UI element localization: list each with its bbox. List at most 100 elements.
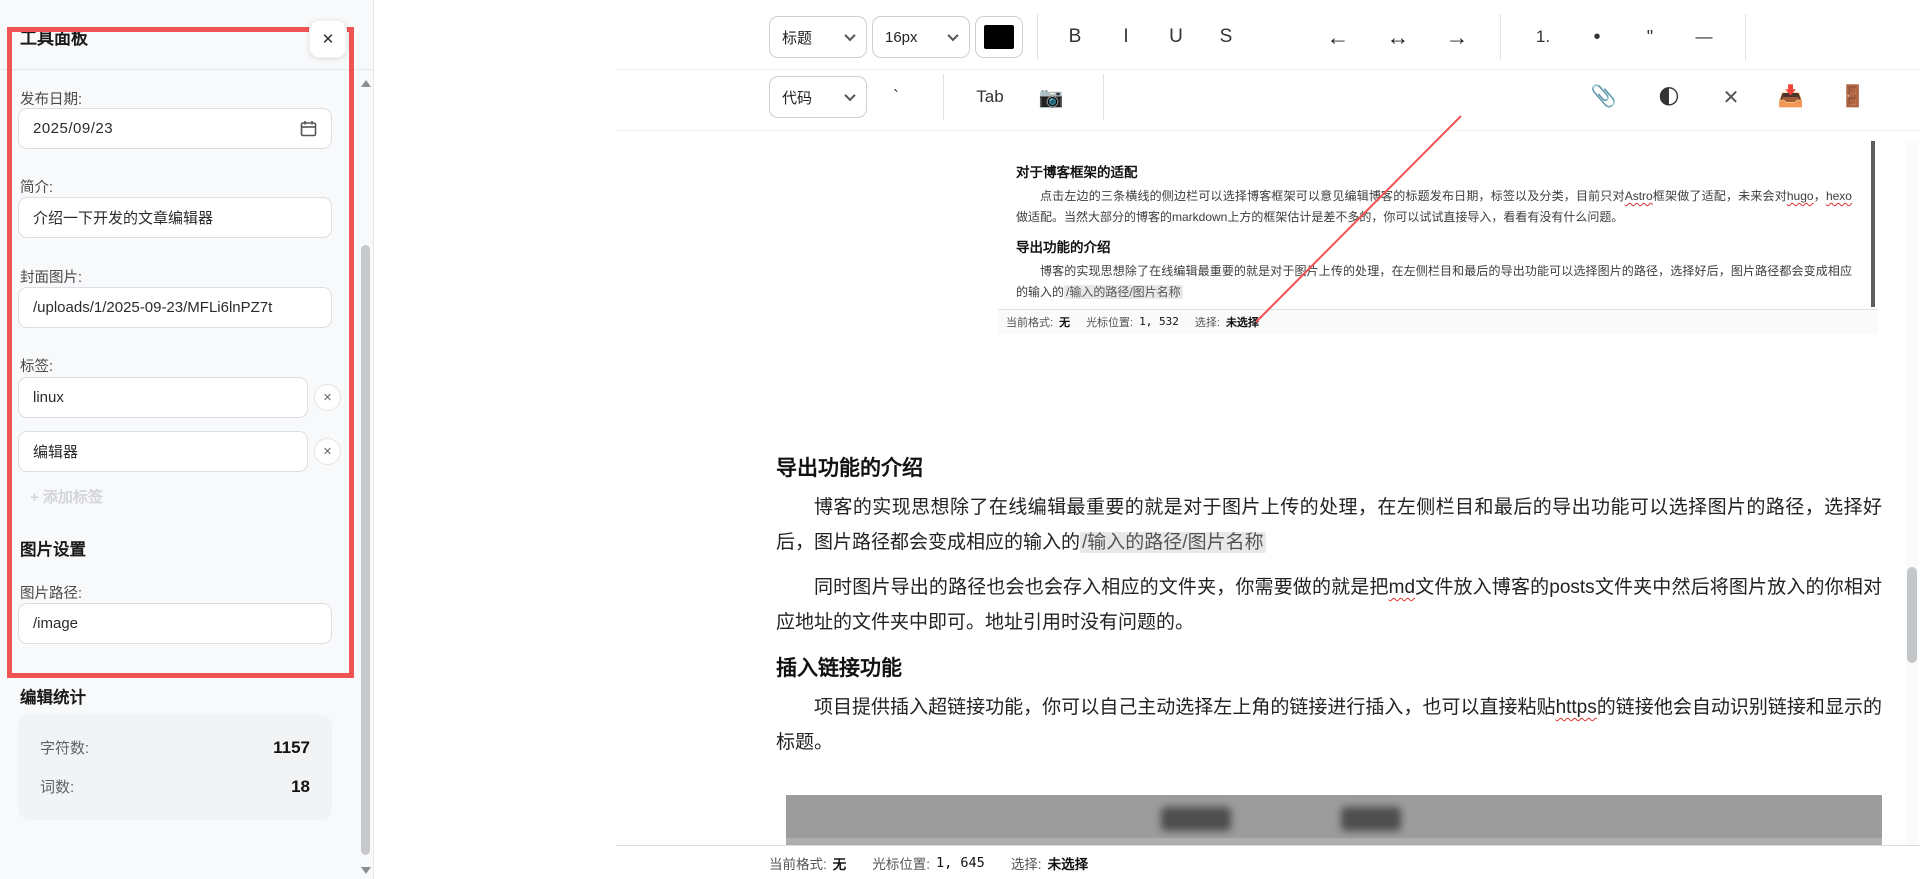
add-tag-button[interactable]: + 添加标签 xyxy=(30,486,103,507)
section-heading: 导出功能的介绍 xyxy=(776,452,1882,482)
chevron-down-icon xyxy=(844,90,855,101)
italic-button[interactable]: I xyxy=(1104,16,1148,58)
chevron-down-icon xyxy=(844,30,855,41)
color-swatch xyxy=(984,25,1014,49)
text-segment: Astro xyxy=(1625,189,1653,203)
scroll-up-icon[interactable] xyxy=(361,80,371,87)
partial-image[interactable] xyxy=(786,795,1882,845)
theme-toggle-button[interactable]: 🌓 xyxy=(1647,76,1691,118)
paragraph: 项目提供插入超链接功能，你可以自己主动选择左上角的链接进行插入，也可以直接粘贴h… xyxy=(776,690,1882,760)
heading-select[interactable]: 标题 xyxy=(769,16,867,58)
x-icon: ✕ xyxy=(323,445,332,458)
backtick-button[interactable]: ` xyxy=(880,76,912,118)
close-icon: ✕ xyxy=(322,30,335,48)
divider xyxy=(1745,14,1746,60)
embedded-format: 当前格式:无 xyxy=(1006,314,1070,330)
intro-input[interactable] xyxy=(18,197,332,238)
arrow-right-button[interactable]: → xyxy=(1435,16,1479,58)
font-size-select[interactable]: 16px xyxy=(872,16,970,58)
stat-row: 词数: 18 xyxy=(40,776,310,797)
hr-button[interactable]: — xyxy=(1682,16,1726,58)
bullet-list-button[interactable]: • xyxy=(1575,16,1619,58)
section-heading: 对于博客框架的适配 xyxy=(1016,161,1852,181)
paragraph: 博客的实现思想除了在线编辑最重要的就是对于图片上传的处理，在左侧栏目和最后的导出… xyxy=(776,490,1882,560)
sidebar-scrollbar-thumb[interactable] xyxy=(361,245,370,855)
section-heading: 导出功能的介绍 xyxy=(1016,236,1852,256)
tab-button[interactable]: Tab xyxy=(962,76,1018,118)
quote-button[interactable]: " xyxy=(1628,16,1672,58)
text-segment: hexo xyxy=(1826,189,1852,203)
paragraph: 点击左边的三条横线的侧边栏可以选择博客框架可以意见编辑博客的标题发布日期，标签以… xyxy=(1016,186,1852,228)
arrow-left-button[interactable]: ← xyxy=(1316,16,1360,58)
text-segment: 框架做了适配，未来会对 xyxy=(1653,189,1787,203)
text-color-button[interactable] xyxy=(975,16,1023,58)
ordered-list-button[interactable]: 1. xyxy=(1521,16,1565,58)
stat-row: 字符数: 1157 xyxy=(40,737,310,758)
editor-document[interactable]: 导出功能的介绍博客的实现思想除了在线编辑最重要的就是对于图片上传的处理，在左侧栏… xyxy=(776,440,1882,840)
close-document-button[interactable]: ✕ xyxy=(1709,76,1753,118)
cover-input[interactable] xyxy=(18,287,332,328)
blurred-shape xyxy=(1341,807,1401,831)
attachment-button[interactable]: 📎 xyxy=(1582,76,1626,118)
panel-close-button[interactable]: ✕ xyxy=(309,20,347,58)
char-count-label: 字符数: xyxy=(40,737,89,758)
status-selection: 选择:未选择 xyxy=(1011,853,1088,873)
divider xyxy=(943,74,944,120)
embedded-scrollbar xyxy=(1871,141,1875,307)
toolbar-separator xyxy=(616,130,1920,131)
strikethrough-button[interactable]: S xyxy=(1204,16,1248,58)
tag-input[interactable] xyxy=(18,377,308,418)
remove-tag-button[interactable]: ✕ xyxy=(314,384,341,411)
camera-button[interactable]: 📷 xyxy=(1028,76,1074,118)
code-select[interactable]: 代码 xyxy=(769,76,867,118)
image-path-input[interactable] xyxy=(18,603,332,644)
x-icon: ✕ xyxy=(323,391,332,404)
embedded-cursor: 光标位置:1, 532 xyxy=(1086,314,1179,330)
image-settings-title: 图片设置 xyxy=(20,536,86,560)
char-count-value: 1157 xyxy=(273,738,310,758)
embedded-status-bar: 当前格式:无 光标位置:1, 532 选择:未选择 xyxy=(998,309,1878,333)
text-segment: 博客的实现思想除了在线编辑最重要的就是对于图片上传的处理，在左侧栏目和最后的导出… xyxy=(776,497,1882,553)
text-segment: /输入的路径/图片名称 xyxy=(1080,532,1266,553)
status-bar: 当前格式:无 光标位置:1, 645 选择:未选择 xyxy=(616,845,1920,879)
image-path-label: 图片路径: xyxy=(20,582,82,603)
divider xyxy=(1037,14,1038,60)
exit-button[interactable]: 🚪 xyxy=(1831,76,1875,118)
moon-icon: 🌓 xyxy=(1658,85,1680,110)
intro-label: 简介: xyxy=(20,176,53,197)
text-segment: hugo xyxy=(1787,189,1814,203)
paragraph: 博客的实现思想除了在线编辑最重要的就是对于图片上传的处理，在左侧栏目和最后的导出… xyxy=(1016,261,1852,303)
export-button[interactable]: 📥 xyxy=(1769,76,1813,118)
text-segment: ， xyxy=(1814,189,1826,203)
publish-date-input[interactable] xyxy=(18,108,332,149)
bold-button[interactable]: B xyxy=(1053,16,1097,58)
heading-select-label: 标题 xyxy=(782,27,812,48)
divider xyxy=(1500,14,1501,60)
x-icon: ✕ xyxy=(1723,85,1740,110)
text-segment: https xyxy=(1556,697,1597,718)
door-icon: 🚪 xyxy=(1840,85,1866,109)
embedded-selection: 选择:未选择 xyxy=(1195,314,1259,330)
camera-icon: 📷 xyxy=(1039,85,1064,110)
status-inner: 当前格式:无 光标位置:1, 645 选择:未选择 xyxy=(769,846,1088,879)
remove-tag-button[interactable]: ✕ xyxy=(314,438,341,465)
tag-input[interactable] xyxy=(18,431,308,472)
scroll-down-icon[interactable] xyxy=(361,867,371,874)
code-select-label: 代码 xyxy=(782,87,812,108)
editor-app: 工具面板 ✕ 发布日期: 简介: 封面图片: 标签: ✕ ✕ + 添加标签 图片… xyxy=(0,0,1920,879)
text-segment: /输入的路径/图片名称 xyxy=(1064,285,1183,299)
stats-title: 编辑统计 xyxy=(20,684,86,708)
document-scrollbar[interactable] xyxy=(1906,141,1918,845)
chevron-down-icon xyxy=(947,30,958,41)
text-segment: 做适配。当然大部分的博客的markdown上方的框架估计是差不多的，你可以试试直… xyxy=(1016,210,1623,224)
sidebar-scrollbar[interactable] xyxy=(359,70,372,879)
text-segment: 同时图片导出的路径也会也会存入相应的文件夹，你需要做的就是把 xyxy=(814,577,1389,598)
underline-button[interactable]: U xyxy=(1154,16,1198,58)
cover-label: 封面图片: xyxy=(20,266,82,287)
word-count-value: 18 xyxy=(291,777,310,797)
font-size-label: 16px xyxy=(885,29,918,46)
arrow-both-button[interactable]: ↔ xyxy=(1376,16,1420,58)
panel-title: 工具面板 xyxy=(20,24,88,49)
document-scrollbar-thumb[interactable] xyxy=(1907,567,1917,663)
embedded-screenshot-image[interactable]: 对于博客框架的适配点击左边的三条横线的侧边栏可以选择博客框架可以意见编辑博客的标… xyxy=(998,141,1878,333)
